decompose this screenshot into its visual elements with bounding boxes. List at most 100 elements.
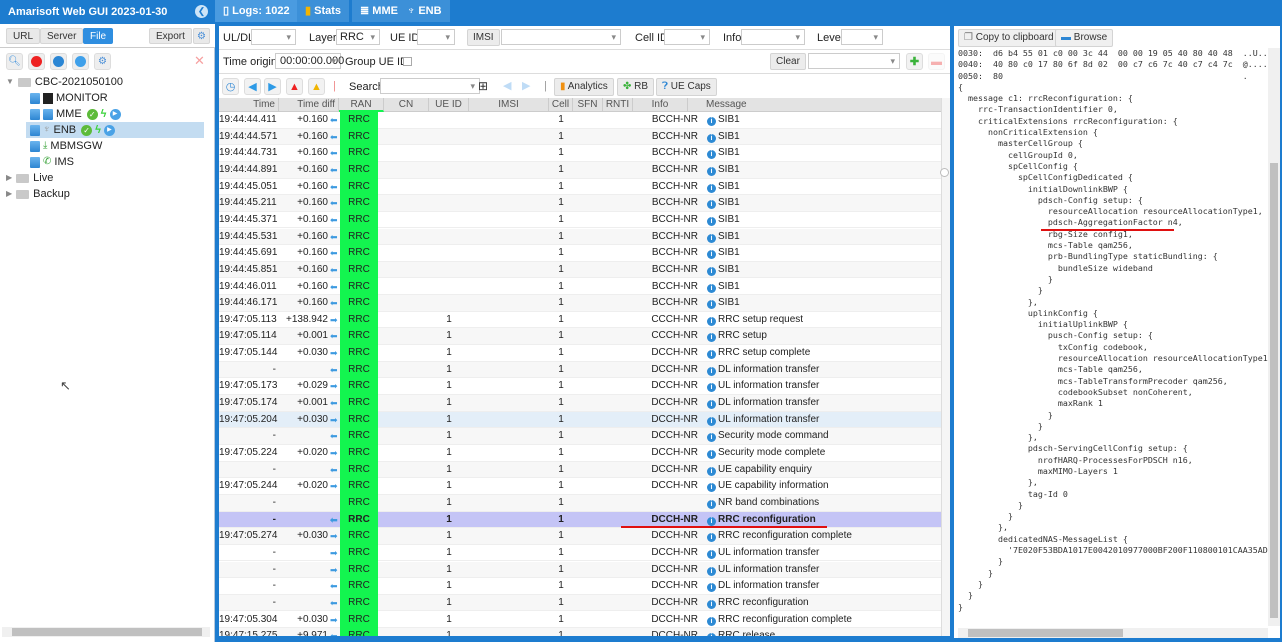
analytics-button[interactable]: ▮ Analytics	[554, 78, 614, 96]
left-horizontal-scrollbar[interactable]	[2, 627, 210, 637]
col-message[interactable]: Message	[688, 98, 941, 112]
table-row[interactable]: 19:44:44.731 +0.160 ⬅ RRC 1 BCCH-NR i SIB1	[219, 145, 941, 163]
detail-vertical-scrollbar[interactable]	[1268, 48, 1280, 626]
table-row[interactable]: 19:44:44.411 +0.160 ⬅ RRC 1 BCCH-NR i SIB1	[219, 112, 941, 129]
col-imsi[interactable]: IMSI	[469, 98, 549, 112]
table-row[interactable]: 19:44:45.531 +0.160 ⬅ RRC 1 BCCH-NR i SIB1	[219, 228, 941, 246]
level-select[interactable]	[841, 29, 883, 45]
table-row[interactable]: 19:47:05.224 +0.020 ➡ RRC 1 1 DCCH-NR i Security…	[219, 445, 941, 462]
browse-button[interactable]: ▬ Browse	[1055, 29, 1114, 47]
binoculars-icon[interactable]: ⊞	[478, 79, 488, 93]
group-ueid-checkbox[interactable]	[403, 57, 412, 66]
tree-item-mme[interactable]: MME ✓ ϟ ▶	[30, 106, 121, 122]
tree-folder-live[interactable]: ▶ Live	[6, 170, 53, 186]
tab-server[interactable]: Server	[40, 28, 84, 44]
search-icon[interactable]: 🔍︎	[6, 53, 23, 70]
table-row[interactable]: 19:44:44.891 +0.160 ⬅ RRC 1 BCCH-NR i SIB1	[219, 161, 941, 179]
table-row[interactable]: - ➡ RRC 1 1 DCCH-NR i UL information transfer	[219, 561, 941, 579]
col-ran[interactable]: RAN	[339, 98, 384, 112]
tree-item-monitor[interactable]: MONITOR	[30, 90, 108, 106]
play-icon[interactable]: ▶	[103, 124, 115, 136]
tab-logs[interactable]: ▯ Logs: 1022	[215, 0, 299, 22]
error-icon[interactable]: ▲	[286, 78, 303, 95]
table-row[interactable]: 19:44:46.011 +0.160 ⬅ RRC 1 BCCH-NR i SIB1	[219, 278, 941, 296]
tree-item-ims[interactable]: ✆ IMS	[30, 154, 74, 170]
log-table-scrollbar[interactable]	[941, 98, 950, 636]
table-row[interactable]: 19:47:05.304 +0.030 ➡ RRC 1 1 DCCH-NR i RRC reco…	[219, 611, 941, 629]
settings-icon[interactable]: ⚙	[94, 53, 111, 70]
ue-caps-button[interactable]: ❓︎ UE Caps	[656, 78, 717, 96]
expand-icon[interactable]: ▶	[6, 170, 12, 186]
tree-item-enb[interactable]: ♆ ENB ✓ ϟ ▶	[26, 122, 204, 138]
table-row[interactable]: 19:47:05.114 +0.001 ⬅ RRC 1 1 CCCH-NR i RRC setu…	[219, 328, 941, 346]
table-row[interactable]: 19:44:45.051 +0.160 ⬅ RRC 1 BCCH-NR i SIB1	[219, 178, 941, 196]
search-prev-icon[interactable]: ◀	[503, 79, 511, 92]
splitter-handle[interactable]	[940, 168, 949, 177]
table-row[interactable]: 19:47:05.144 +0.030 ➡ RRC 1 1 DCCH-NR i RRC setu…	[219, 345, 941, 363]
table-row[interactable]: 19:47:05.244 +0.020 ➡ RRC 1 1 DCCH-NR i UE capab…	[219, 478, 941, 496]
col-time-diff[interactable]: Time diff	[279, 98, 339, 112]
tree-folder-backup[interactable]: ▶ Backup	[6, 186, 70, 202]
copy-clipboard-button[interactable]: ❐ Copy to clipboard	[958, 29, 1060, 47]
ueid-select[interactable]	[417, 29, 455, 45]
table-row[interactable]: 19:47:15.275 +9.971⬅RRC 1 1 DCCH-NR iRRC rele…	[219, 628, 941, 636]
tab-stats[interactable]: ▮ Stats	[297, 0, 351, 22]
export-button[interactable]: Export	[149, 28, 192, 44]
arrow-right-icon[interactable]: ▶	[264, 78, 281, 95]
clear-button[interactable]: Clear	[770, 53, 806, 70]
imsi-button[interactable]: IMSI	[467, 29, 500, 46]
table-row[interactable]: - ⬅ RRC 1 1 DCCH-NR i UE capability enquiry	[219, 461, 941, 479]
table-row[interactable]: 19:47:05.113 +138.942 ➡ RRC 1 1 CCCH-NR i RRC se…	[219, 311, 941, 329]
table-row[interactable]: - RRC 1 1 i NR band combinations	[219, 494, 941, 512]
stop-icon[interactable]	[28, 53, 45, 70]
table-row[interactable]: 19:47:05.204 +0.030 ➡ RRC 1 1 DCCH-NR i UL infor…	[219, 411, 941, 429]
uldl-select[interactable]	[251, 29, 296, 45]
add-filter-icon[interactable]: ✚	[906, 53, 923, 70]
tab-url[interactable]: URL	[6, 28, 41, 44]
table-row[interactable]: - ⬅ RRC 1 1 DCCH-NR i Security mode command	[219, 428, 941, 446]
search-next-icon[interactable]: ▶	[522, 79, 530, 92]
expand-icon[interactable]: ▶	[6, 186, 12, 202]
rb-button[interactable]: ✤ RB	[617, 78, 655, 96]
detail-horizontal-scrollbar[interactable]	[958, 628, 1268, 638]
info-select[interactable]	[741, 29, 805, 45]
filter-preset-select[interactable]	[808, 53, 900, 69]
arrow-left-icon[interactable]: ◀	[244, 78, 261, 95]
table-row[interactable]: - ⬅ RRC 1 1 DCCH-NR i DL information transfer	[219, 361, 941, 379]
tab-file[interactable]: File	[83, 28, 114, 44]
search-input[interactable]	[380, 78, 480, 94]
table-row[interactable]: - ➡ RRC 1 1 DCCH-NR i UL information transfer	[219, 544, 941, 562]
refresh-icon[interactable]	[50, 53, 67, 70]
pause-icon[interactable]	[72, 53, 89, 70]
table-row[interactable]: - ⬅ RRC 1 1 DCCH-NR i RRC reconfiguration	[219, 594, 941, 612]
table-row[interactable]: 19:44:45.691 +0.160 ⬅ RRC 1 BCCH-NR i SIB1	[219, 245, 941, 263]
connect-icon[interactable]: ⚙	[193, 28, 210, 44]
table-row[interactable]: - ⬅ RRC 1 1 DCCH-NR i RRC reconfiguration	[219, 511, 941, 529]
warning-icon[interactable]: ▲	[308, 78, 325, 95]
remove-filter-icon[interactable]: ▬	[928, 53, 945, 70]
table-row[interactable]: 19:47:05.274 +0.030 ➡ RRC 1 1 DCCH-NR i RRC reco…	[219, 528, 941, 546]
col-info[interactable]: Info	[633, 98, 688, 112]
col-sfn[interactable]: SFN	[573, 98, 603, 112]
close-icon[interactable]: ✕	[194, 53, 205, 69]
table-row[interactable]: 19:47:05.174 +0.001 ⬅ RRC 1 1 DCCH-NR i DL infor…	[219, 395, 941, 413]
table-row[interactable]: 19:44:46.171 +0.160 ⬅ RRC 1 BCCH-NR i SIB1	[219, 295, 941, 313]
col-cell[interactable]: Cell	[549, 98, 573, 112]
clock-icon[interactable]: ◷	[222, 78, 239, 95]
expand-icon[interactable]: ▼	[6, 74, 14, 90]
table-row[interactable]: 19:44:44.571 +0.160 ⬅ RRC 1 BCCH-NR i SIB1	[219, 128, 941, 146]
table-row[interactable]: 19:44:45.211 +0.160 ⬅ RRC 1 BCCH-NR i SIB1	[219, 195, 941, 213]
tree-item-mbmsgw[interactable]: ⤓ MBMSGW	[30, 138, 102, 154]
time-origin-input[interactable]: 00:00:00.000	[275, 53, 344, 69]
table-row[interactable]: 19:44:45.371 +0.160 ⬅ RRC 1 BCCH-NR i SIB1	[219, 211, 941, 229]
play-icon[interactable]: ▶	[109, 108, 121, 120]
collapse-panel-button[interactable]: ❮	[195, 5, 208, 18]
table-row[interactable]: 19:47:05.173 +0.029 ➡ RRC 1 1 DCCH-NR i UL infor…	[219, 378, 941, 396]
cellid-select[interactable]	[664, 29, 710, 45]
table-row[interactable]: - ⬅ RRC 1 1 DCCH-NR i DL information transfer	[219, 578, 941, 596]
imsi-select[interactable]	[501, 29, 621, 45]
tab-enb[interactable]: ♆ ENB	[399, 0, 451, 22]
col-cn[interactable]: CN	[384, 98, 429, 112]
table-row[interactable]: 19:44:45.851 +0.160 ⬅ RRC 1 BCCH-NR i SIB1	[219, 261, 941, 279]
col-rnti[interactable]: RNTI	[603, 98, 633, 112]
